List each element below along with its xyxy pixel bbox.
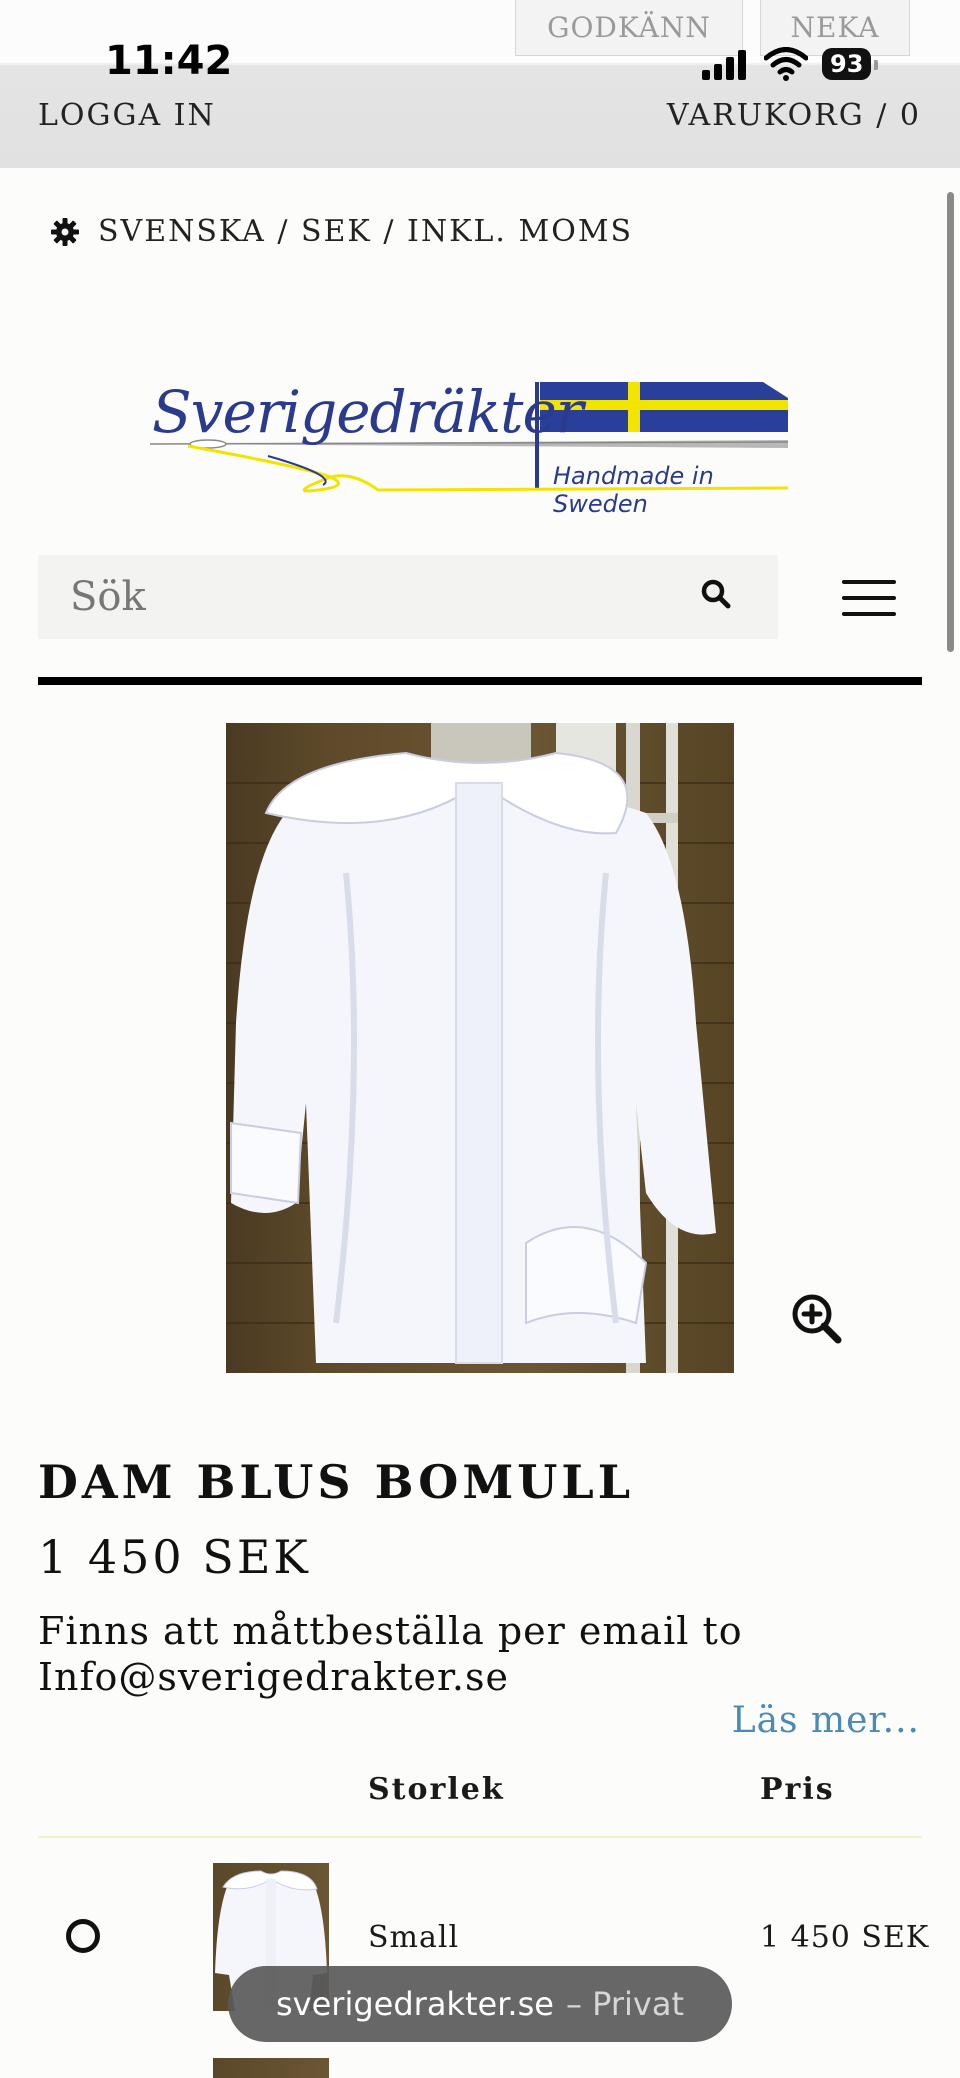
hamburger-menu-icon[interactable] [842,580,896,616]
browser-domain: sverigedrakter.se [276,1985,554,2023]
cart-link[interactable]: VARUKORG / 0 [667,98,921,133]
product-price: 1 450 SEK [38,1530,311,1584]
header-divider [38,677,922,685]
product-image[interactable] [226,723,734,1373]
variant-price: 1 450 SEK [760,1920,930,1955]
battery-indicator: 93 [822,48,879,80]
logo-tagline: Handmade in Sweden [553,462,714,518]
variant-thumbnail[interactable] [213,2058,329,2078]
product-title: DAM BLUS BOMULL [38,1455,635,1509]
private-mode-label: – Privat [565,1985,684,2023]
gear-icon [51,217,79,246]
login-link[interactable]: LOGGA IN [38,98,216,133]
logo-brand-text: Sverigedräkter [152,378,583,446]
column-header-price: Pris [760,1772,835,1807]
column-header-size: Storlek [368,1772,505,1807]
wifi-icon [764,47,808,81]
product-description: Finns att måttbeställa per email to Info… [38,1609,743,1699]
browser-address-bar[interactable]: sverigedrakter.se – Privat [228,1966,732,2042]
variant-radio[interactable] [66,1919,100,1953]
page-scrollbar[interactable] [947,192,954,652]
cellular-signal-icon [702,50,746,80]
status-time: 11:42 [105,38,233,84]
blouse-photo [226,723,734,1373]
locale-label: SVENSKA / SEK / INKL. MOMS [98,214,634,249]
variant-size: Small [368,1920,460,1955]
read-more-link[interactable]: Läs mer... [732,1700,920,1741]
search-placeholder: Sök [70,574,146,620]
search-input[interactable]: Sök [38,555,778,639]
locale-selector[interactable]: SVENSKA / SEK / INKL. MOMS [50,214,633,249]
zoom-in-icon[interactable] [790,1292,844,1346]
status-icons: 93 [700,44,879,84]
table-divider [38,1836,922,1838]
search-icon[interactable] [700,578,732,610]
site-logo[interactable]: Sverigedräkter Handmade in Sweden [148,370,808,518]
